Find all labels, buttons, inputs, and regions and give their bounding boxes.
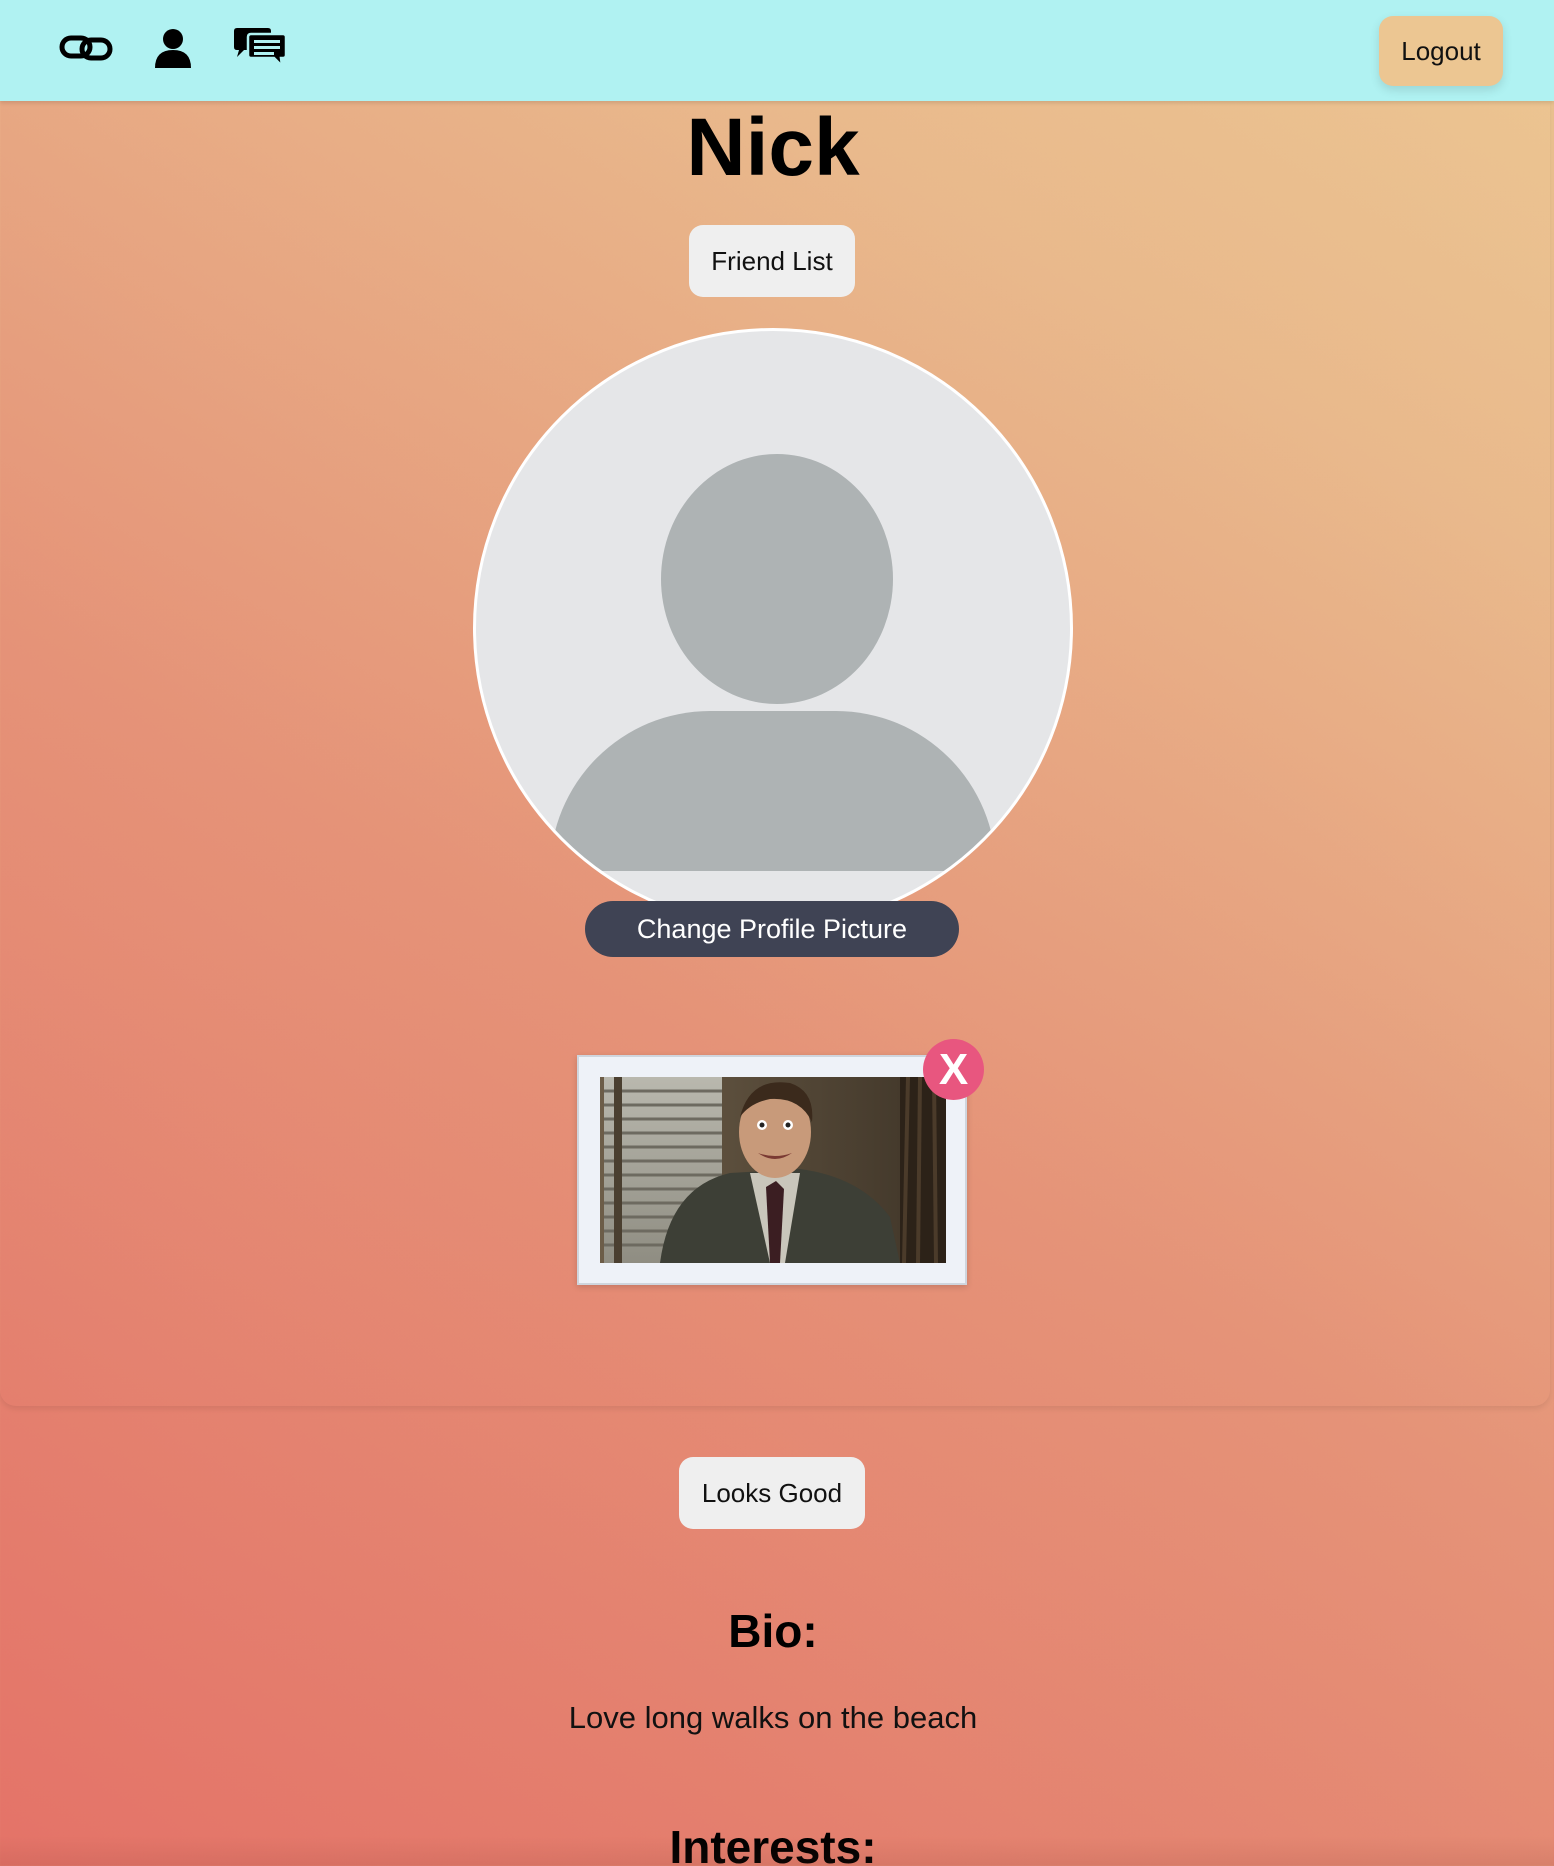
uploaded-photo xyxy=(600,1077,946,1263)
uploaded-photo-frame xyxy=(577,1055,967,1285)
remove-photo-button[interactable]: X xyxy=(923,1039,984,1100)
user-icon[interactable] xyxy=(145,24,201,72)
change-profile-picture-button[interactable]: Change Profile Picture xyxy=(585,901,959,957)
bio-text: Love long walks on the beach xyxy=(568,1700,978,1735)
avatar-head-shape xyxy=(661,454,893,704)
link-icon[interactable] xyxy=(58,24,114,72)
bio-heading: Bio: xyxy=(728,1605,818,1657)
looks-good-button[interactable]: Looks Good xyxy=(679,1457,865,1529)
avatar-body-shape xyxy=(550,711,996,871)
chat-icon[interactable] xyxy=(232,24,288,72)
avatar xyxy=(473,328,1073,928)
friend-list-button[interactable]: Friend List xyxy=(689,225,855,297)
top-navbar: Logout xyxy=(0,0,1554,101)
logout-button[interactable]: Logout xyxy=(1379,16,1503,86)
profile-name: Nick xyxy=(686,102,860,193)
interests-heading: Interests: xyxy=(669,1821,877,1866)
